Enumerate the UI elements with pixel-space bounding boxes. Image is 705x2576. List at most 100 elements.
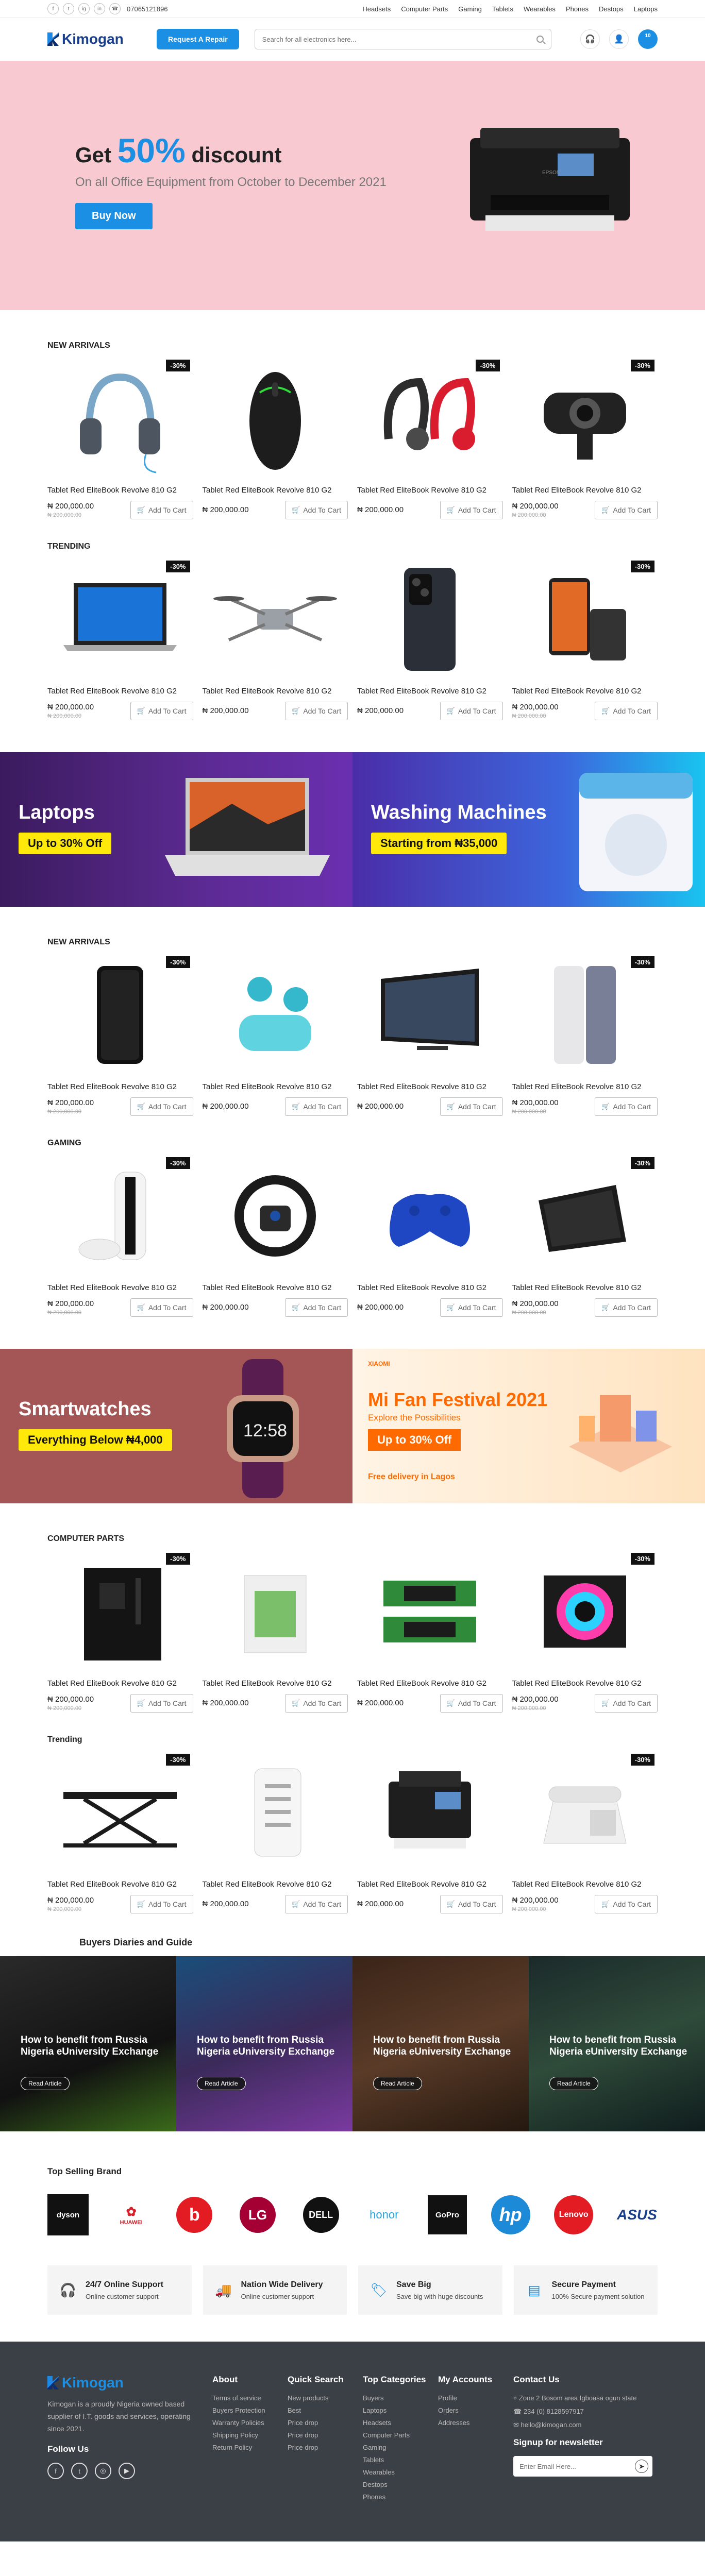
product-card[interactable]: Tablet Red EliteBook Revolve 810 G2 ₦ 20…	[357, 558, 503, 720]
post-title[interactable]: How to benefit from Russia Nigeria eUniv…	[549, 2035, 689, 2058]
product-card[interactable]: -30% Tablet Red EliteBook Revolve 810 G2…	[512, 1155, 658, 1317]
footer-link[interactable]: Tablets	[363, 2456, 438, 2464]
product-card[interactable]: -30% Tablet Red EliteBook Revolve 810 G2…	[47, 358, 193, 519]
read-article-button[interactable]: Read Article	[549, 2077, 598, 2090]
product-card[interactable]: Tablet Red EliteBook Revolve 810 G2 ₦ 20…	[357, 1551, 503, 1713]
product-card[interactable]: Tablet Red EliteBook Revolve 810 G2 ₦ 20…	[357, 1155, 503, 1317]
product-card[interactable]: Tablet Red EliteBook Revolve 810 G2 ₦ 20…	[357, 1752, 503, 1913]
cart-button[interactable]: 10	[638, 29, 658, 49]
search-input[interactable]	[262, 35, 536, 43]
brand-huawei[interactable]: ✿ HUAWEI	[111, 2194, 152, 2235]
newsletter-email-input[interactable]	[519, 2462, 635, 2470]
footer-link[interactable]: Headsets	[363, 2419, 438, 2427]
footer-link[interactable]: New products	[288, 2394, 363, 2402]
add-to-cart-button[interactable]: 🛒 Add To Cart	[440, 702, 503, 720]
product-name[interactable]: Tablet Red EliteBook Revolve 810 G2	[47, 687, 193, 696]
product-image[interactable]: -30%	[512, 358, 658, 479]
product-name[interactable]: Tablet Red EliteBook Revolve 810 G2	[203, 486, 348, 495]
washing-machines-banner[interactable]: Washing Machines Starting from ₦35,000	[352, 752, 705, 907]
search-icon[interactable]	[536, 36, 544, 43]
product-image[interactable]: -30%	[512, 1551, 658, 1672]
product-image[interactable]	[203, 1551, 348, 1672]
product-card[interactable]: -30% Tablet Red EliteBook Revolve 810 G2…	[512, 1551, 658, 1713]
add-to-cart-button[interactable]: 🛒 Add To Cart	[595, 1097, 658, 1116]
brand-dell[interactable]: DELL	[300, 2194, 342, 2235]
product-name[interactable]: Tablet Red EliteBook Revolve 810 G2	[512, 1880, 658, 1889]
product-name[interactable]: Tablet Red EliteBook Revolve 810 G2	[203, 1082, 348, 1091]
footer-link[interactable]: Terms of service	[212, 2394, 288, 2402]
product-image[interactable]: -30%	[512, 558, 658, 680]
footer-link[interactable]: Laptops	[363, 2406, 438, 2414]
product-name[interactable]: Tablet Red EliteBook Revolve 810 G2	[203, 1679, 348, 1688]
footer-link[interactable]: Shipping Policy	[212, 2431, 288, 2439]
add-to-cart-button[interactable]: 🛒 Add To Cart	[130, 1298, 193, 1317]
product-name[interactable]: Tablet Red EliteBook Revolve 810 G2	[357, 1679, 503, 1688]
product-card[interactable]: -30% Tablet Red EliteBook Revolve 810 G2…	[357, 358, 503, 519]
footer-link[interactable]: Phones	[363, 2493, 438, 2501]
add-to-cart-button[interactable]: 🛒 Add To Cart	[285, 1097, 348, 1116]
product-image[interactable]	[203, 558, 348, 680]
product-name[interactable]: Tablet Red EliteBook Revolve 810 G2	[357, 1880, 503, 1889]
nav-computer-parts[interactable]: Computer Parts	[401, 5, 448, 13]
product-name[interactable]: Tablet Red EliteBook Revolve 810 G2	[512, 687, 658, 696]
product-card[interactable]: -30% Tablet Red EliteBook Revolve 810 G2…	[47, 1551, 193, 1713]
nav-wearables[interactable]: Wearables	[524, 5, 556, 13]
headphones-icon[interactable]: 🎧	[580, 29, 600, 49]
product-card[interactable]: -30% Tablet Red EliteBook Revolve 810 G2…	[512, 1752, 658, 1913]
add-to-cart-button[interactable]: 🛒 Add To Cart	[130, 501, 193, 519]
instagram-icon[interactable]: ig	[78, 3, 90, 14]
product-image[interactable]: -30%	[47, 558, 193, 680]
smartwatches-banner[interactable]: Smartwatches Everything Below ₦4,000 12:…	[0, 1349, 352, 1503]
request-repair-button[interactable]: Request A Repair	[157, 29, 239, 49]
add-to-cart-button[interactable]: 🛒 Add To Cart	[595, 1298, 658, 1317]
product-card[interactable]: -30% Tablet Red EliteBook Revolve 810 G2…	[47, 1752, 193, 1913]
add-to-cart-button[interactable]: 🛒 Add To Cart	[130, 1097, 193, 1116]
footer-link[interactable]: Addresses	[438, 2419, 513, 2427]
product-name[interactable]: Tablet Red EliteBook Revolve 810 G2	[512, 1679, 658, 1688]
add-to-cart-button[interactable]: 🛒 Add To Cart	[595, 1694, 658, 1713]
newsletter-submit-button[interactable]: ➤	[635, 2460, 648, 2473]
product-name[interactable]: Tablet Red EliteBook Revolve 810 G2	[357, 1082, 503, 1091]
add-to-cart-button[interactable]: 🛒 Add To Cart	[595, 1895, 658, 1913]
facebook-icon[interactable]: f	[47, 3, 59, 14]
product-name[interactable]: Tablet Red EliteBook Revolve 810 G2	[512, 1283, 658, 1292]
add-to-cart-button[interactable]: 🛒 Add To Cart	[440, 1097, 503, 1116]
nav-gaming[interactable]: Gaming	[458, 5, 482, 13]
footer-link[interactable]: Gaming	[363, 2444, 438, 2451]
product-image[interactable]: -30%	[512, 1155, 658, 1276]
nav-laptops[interactable]: Laptops	[634, 5, 658, 13]
blog-post[interactable]: How to benefit from Russia Nigeria eUniv…	[0, 1956, 176, 2131]
product-card[interactable]: Tablet Red EliteBook Revolve 810 G2 ₦ 20…	[357, 954, 503, 1116]
brand-lg[interactable]: LG	[237, 2194, 278, 2235]
footer-link[interactable]: Price drop	[288, 2431, 363, 2439]
footer-link[interactable]: Wearables	[363, 2468, 438, 2476]
add-to-cart-button[interactable]: 🛒 Add To Cart	[285, 501, 348, 519]
instagram-icon[interactable]: ◎	[95, 2463, 111, 2480]
twitter-icon[interactable]: t	[63, 3, 74, 14]
logo[interactable]: Kimogan	[47, 31, 150, 47]
product-card[interactable]: Tablet Red EliteBook Revolve 810 G2 ₦ 20…	[203, 358, 348, 519]
product-name[interactable]: Tablet Red EliteBook Revolve 810 G2	[357, 687, 503, 696]
product-name[interactable]: Tablet Red EliteBook Revolve 810 G2	[357, 1283, 503, 1292]
post-title[interactable]: How to benefit from Russia Nigeria eUniv…	[373, 2035, 512, 2058]
footer-link[interactable]: Destops	[363, 2481, 438, 2488]
footer-logo[interactable]: Kimogan	[47, 2375, 202, 2391]
post-title[interactable]: How to benefit from Russia Nigeria eUniv…	[197, 2035, 336, 2058]
youtube-icon[interactable]: ▶	[119, 2463, 135, 2480]
product-image[interactable]	[203, 1752, 348, 1873]
add-to-cart-button[interactable]: 🛒 Add To Cart	[285, 702, 348, 720]
footer-link[interactable]: Warranty Policies	[212, 2419, 288, 2427]
product-card[interactable]: Tablet Red EliteBook Revolve 810 G2 ₦ 20…	[203, 1752, 348, 1913]
footer-link[interactable]: Buyers Protection	[212, 2406, 288, 2414]
product-card[interactable]: -30% Tablet Red EliteBook Revolve 810 G2…	[512, 358, 658, 519]
user-icon[interactable]: 👤	[609, 29, 629, 49]
product-name[interactable]: Tablet Red EliteBook Revolve 810 G2	[203, 687, 348, 696]
add-to-cart-button[interactable]: 🛒 Add To Cart	[130, 702, 193, 720]
product-image[interactable]	[357, 558, 503, 680]
brand-dyson[interactable]: dyson	[47, 2194, 89, 2235]
product-name[interactable]: Tablet Red EliteBook Revolve 810 G2	[47, 1082, 193, 1091]
read-article-button[interactable]: Read Article	[21, 2077, 70, 2090]
product-image[interactable]: -30%	[47, 1155, 193, 1276]
product-image[interactable]	[203, 358, 348, 479]
read-article-button[interactable]: Read Article	[373, 2077, 422, 2090]
